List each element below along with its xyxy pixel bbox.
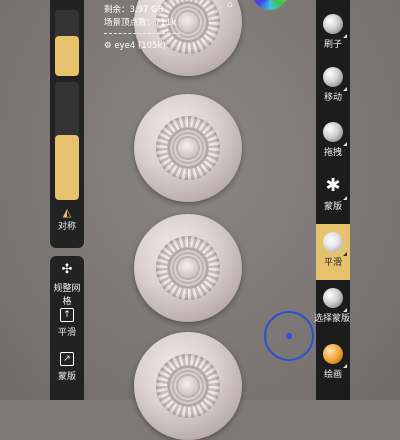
brush-ball-icon	[323, 14, 343, 34]
pupil	[178, 376, 198, 396]
home-icon[interactable]: ⌂	[227, 0, 233, 10]
mesh-settings-icon: ⚙	[104, 41, 112, 51]
tool-options-icon	[343, 34, 347, 38]
tool-select-mask-label: 选择蒙版	[314, 314, 351, 324]
tool-smooth[interactable]: 平滑	[316, 224, 350, 280]
tool-options-icon	[343, 308, 347, 312]
topology-icon: ✣	[61, 262, 73, 277]
select-mask-ball-icon	[323, 288, 343, 308]
tool-options-icon	[343, 87, 347, 91]
memory-remaining: 剩余：3.97 GB	[104, 5, 164, 15]
eye-model[interactable]	[134, 332, 242, 440]
tool-mask[interactable]: ✱ 蒙版	[316, 176, 350, 220]
pupil	[178, 12, 198, 32]
pupil	[178, 258, 198, 278]
brush-cursor-center	[286, 333, 292, 339]
tool-drag[interactable]: 拖拽	[316, 122, 350, 166]
drag-ball-icon	[323, 122, 343, 142]
move-ball-icon	[323, 67, 343, 87]
tool-move-label: 移动	[323, 93, 342, 103]
topology-button[interactable]: ✣ 规整网格	[50, 262, 84, 307]
tool-drag-label: 拖拽	[323, 148, 342, 158]
topology-label: 规整网格	[53, 284, 81, 307]
tool-move[interactable]: 移动	[316, 67, 350, 111]
symmetry-label: 对称	[57, 222, 76, 232]
tool-options-icon	[343, 142, 347, 146]
tool-select-mask[interactable]: 选择蒙版	[314, 288, 351, 332]
tool-options-icon	[343, 364, 347, 368]
mesh-info[interactable]: ⚙ eye4 (105k)	[104, 41, 166, 51]
brush-cursor	[264, 311, 314, 361]
mask-left-label: 蒙版	[57, 372, 76, 382]
intensity-slider-fill	[55, 135, 79, 200]
symmetry-button[interactable]: ◭ 对称	[50, 206, 84, 232]
tool-paint-label: 绘画	[323, 370, 342, 380]
radius-slider-fill	[55, 36, 79, 76]
tool-smooth-label: 平滑	[323, 258, 342, 268]
smooth-left-label: 平滑	[57, 328, 76, 338]
paint-ball-icon	[323, 344, 343, 364]
eye-model[interactable]	[134, 94, 242, 202]
tool-options-icon	[343, 252, 347, 256]
right-tool-panel: 刷子 移动 拖拽 ✱ 蒙版 平滑 选择蒙版 绘画	[314, 0, 351, 400]
tool-paint[interactable]: 绘画	[316, 344, 350, 388]
left-slider-panel: ◭ 对称	[50, 0, 84, 248]
pupil	[178, 138, 198, 158]
divider	[104, 33, 180, 34]
tool-mask-label: 蒙版	[323, 202, 342, 212]
vertex-count: 场景顶点数：711k	[104, 18, 177, 28]
tool-brush[interactable]: 刷子	[316, 14, 350, 58]
mask-left-button[interactable]: ↗ 蒙版	[50, 352, 84, 382]
mesh-name: eye4 (105k)	[114, 41, 166, 51]
smooth-ball-icon	[323, 232, 343, 252]
tool-brush-label: 刷子	[323, 40, 342, 50]
intensity-slider[interactable]	[55, 82, 79, 200]
symmetry-icon: ◭	[62, 206, 72, 219]
smooth-box-icon: ↑	[60, 308, 74, 322]
radius-slider[interactable]	[55, 10, 79, 76]
mask-splat-icon: ✱	[325, 175, 341, 196]
left-tools-panel: ✣ 规整网格 ↑ 平滑 ↗ 蒙版	[50, 256, 84, 400]
mask-box-icon: ↗	[60, 352, 74, 366]
smooth-left-button[interactable]: ↑ 平滑	[50, 308, 84, 338]
tool-options-icon	[343, 196, 347, 200]
eye-model[interactable]	[134, 214, 242, 322]
